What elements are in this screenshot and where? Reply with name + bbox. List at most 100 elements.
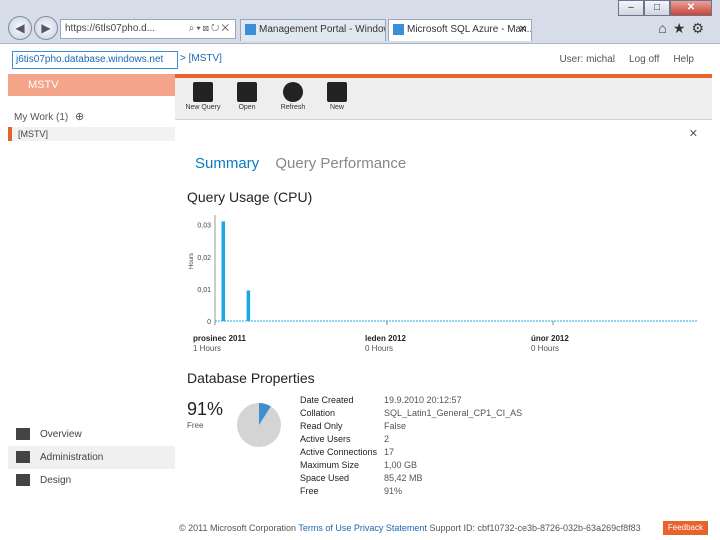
property-value: False — [384, 421, 407, 431]
y-tick-label: 0,01 — [197, 287, 211, 294]
button-label: Open — [238, 104, 256, 111]
nav-label: Design — [40, 475, 72, 486]
content-tabs: Summary Query Performance — [195, 155, 406, 172]
close-tab-icon[interactable]: ✕ — [519, 20, 527, 40]
terms-link[interactable]: Terms of Use — [298, 523, 351, 533]
new-db-icon — [327, 82, 347, 102]
back-arrow-icon: ◀ — [15, 21, 25, 35]
close-panel-icon[interactable]: ✕ — [689, 127, 698, 140]
overview-icon — [16, 428, 30, 440]
favorites-star-icon[interactable]: ★ — [673, 20, 692, 36]
property-key: Collation — [300, 408, 336, 418]
x-tick-label: prosinec 2011 — [193, 334, 246, 343]
tab-summary[interactable]: Summary — [195, 155, 259, 172]
x-tick-label: únor 2012 — [531, 334, 569, 343]
breadcrumb[interactable]: > [MSTV] — [180, 53, 222, 64]
y-tick-label: 0 — [207, 319, 211, 326]
refresh-icon — [283, 82, 303, 102]
address-bar-icons[interactable]: ⌕▾⊠↻✕ — [189, 20, 231, 38]
query-usage-title: Query Usage (CPU) — [187, 189, 313, 205]
tab-label: Management Portal - Window... — [259, 24, 386, 35]
window-controls: – □ ✕ — [618, 0, 712, 16]
help-link[interactable]: Help — [673, 54, 694, 65]
folder-icon — [237, 82, 257, 102]
section-navigation: Overview Administration Design — [8, 423, 175, 492]
property-value: 19.9.2010 20:12:57 — [384, 395, 462, 405]
y-axis-label: Hours — [189, 253, 195, 269]
property-value: 2 — [384, 434, 390, 444]
user-label: User: michal — [559, 54, 616, 65]
x-tick-label: leden 2012 — [365, 334, 406, 343]
property-value: 17 — [384, 447, 395, 457]
privacy-link[interactable]: Privacy Statement — [354, 523, 427, 533]
nav-label: Administration — [40, 452, 104, 463]
property-row: Active Users 2 — [300, 433, 522, 446]
forward-button[interactable]: ▶ — [34, 16, 58, 40]
nav-label: Overview — [40, 429, 82, 440]
nav-overview[interactable]: Overview — [8, 423, 175, 446]
app-header: j6tis07pho.database.windows.net > [MSTV]… — [8, 44, 712, 74]
query-usage-chart: 0,03 0,02 0,01 0 Hours prosinec 20111 Hours le… — [189, 215, 697, 351]
maximize-button[interactable]: □ — [644, 0, 670, 16]
back-button[interactable]: ◀ — [8, 16, 32, 40]
address-bar[interactable]: https://6tls07pho.d... ⌕▾⊠↻✕ — [60, 19, 236, 39]
ribbon-toolbar: New Query Open Refresh New — [175, 78, 712, 120]
property-key: Active Connections — [300, 447, 378, 457]
button-label: New Query — [185, 104, 221, 111]
nav-administration[interactable]: Administration — [8, 446, 175, 469]
minimize-button[interactable]: – — [618, 0, 644, 16]
tab-label: Microsoft SQL Azure - Man... — [407, 24, 532, 35]
add-circle-icon[interactable]: ⊕ — [75, 111, 84, 123]
browser-tab-sql-azure[interactable]: Microsoft SQL Azure - Man... ✕ — [388, 19, 532, 41]
support-id: Support ID: cbf10732-ce3b-8726-032b-63a2… — [429, 523, 641, 533]
free-label: Free — [187, 421, 204, 430]
settings-gear-icon[interactable]: ⚙ — [691, 20, 710, 36]
property-row: Space Used 85,42 MB — [300, 472, 522, 485]
design-icon — [16, 474, 30, 486]
feedback-button[interactable]: Feedback — [662, 521, 708, 535]
property-value: 91% — [384, 486, 403, 496]
log-off-link[interactable]: Log off — [629, 54, 659, 65]
property-row: Collation SQL_Latin1_General_CP1_CI_AS — [300, 407, 522, 420]
property-key: Active Users — [300, 434, 351, 444]
my-work-label: My Work (1) — [14, 112, 69, 123]
browser-tab-management[interactable]: Management Portal - Window... — [240, 19, 386, 41]
x-hours-label: 1 Hours — [193, 344, 221, 351]
server-name-box[interactable]: j6tis07pho.database.windows.net — [12, 51, 178, 69]
y-tick-label: 0,03 — [197, 223, 211, 230]
address-text: https://6tls07pho.d... — [65, 23, 156, 34]
browser-chrome: – □ ✕ ◀ ▶ https://6tls07pho.d... ⌕▾⊠↻✕ M… — [0, 0, 720, 44]
property-row: Date Created 19.9.2010 20:12:57 — [300, 394, 522, 407]
chart-bar — [246, 290, 251, 321]
space-pie-chart — [237, 403, 281, 447]
administration-icon — [16, 451, 30, 463]
refresh-button[interactable]: Refresh — [271, 82, 315, 111]
button-label: New — [329, 104, 344, 111]
work-item-mstv[interactable]: [MSTV] — [8, 127, 175, 141]
tab-favicon-icon — [393, 24, 404, 35]
database-properties-title: Database Properties — [187, 370, 315, 386]
property-value: SQL_Latin1_General_CP1_CI_AS — [384, 408, 523, 418]
property-value: 1,00 GB — [384, 460, 418, 470]
new-query-icon — [193, 82, 213, 102]
close-window-button[interactable]: ✕ — [670, 0, 712, 16]
open-button[interactable]: Open — [225, 82, 269, 111]
nav-design[interactable]: Design — [8, 469, 175, 492]
free-percentage: 91% — [187, 399, 224, 419]
new-database-button[interactable]: New — [315, 82, 359, 111]
tab-query-performance[interactable]: Query Performance — [275, 155, 406, 172]
copyright-text: © 2011 Microsoft Corporation — [179, 523, 297, 533]
property-key: Date Created — [300, 395, 354, 405]
browser-toolbar-icons: ⌂★⚙ — [658, 20, 710, 37]
new-query-button[interactable]: New Query — [181, 82, 225, 111]
property-key: Read Only — [300, 421, 343, 431]
chart-bar — [221, 221, 226, 321]
forward-arrow-icon: ▶ — [41, 21, 51, 35]
property-row: Active Connections 17 — [300, 446, 522, 459]
property-value: 85,42 MB — [384, 473, 423, 483]
property-key: Space Used — [300, 473, 350, 483]
y-tick-label: 0,02 — [197, 255, 211, 262]
property-row: Read Only False — [300, 420, 522, 433]
property-row: Maximum Size 1,00 GB — [300, 459, 522, 472]
home-icon[interactable]: ⌂ — [658, 20, 672, 36]
